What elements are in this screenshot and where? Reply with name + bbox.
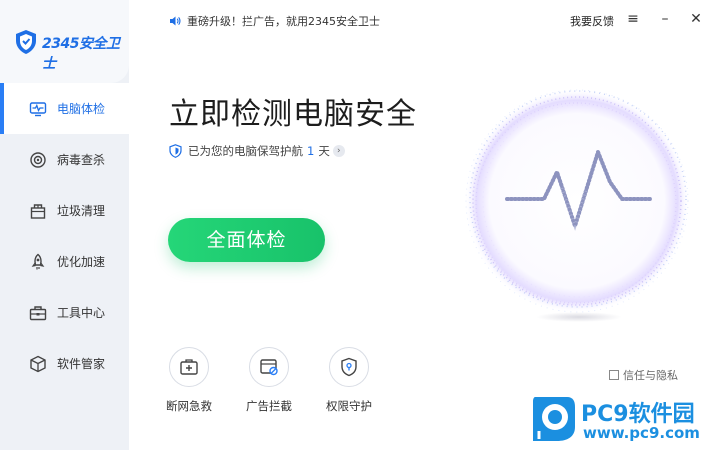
permission-shield-icon (341, 357, 357, 377)
shield-logo-icon (16, 30, 36, 54)
sidebar-item-label: 电脑体检 (57, 102, 106, 116)
sidebar-item-pc-checkup[interactable]: 电脑体检 (0, 83, 129, 134)
sidebar-item-tools[interactable]: 工具中心 (0, 287, 129, 338)
sidebar-item-label: 垃圾清理 (57, 204, 106, 218)
menu-icon[interactable]: ≡ (625, 11, 641, 27)
sidebar-item-label: 病毒查杀 (57, 153, 106, 167)
tool-ad-block[interactable]: 广告拦截 (234, 347, 304, 414)
sidebar-item-junk-clean[interactable]: 垃圾清理 (0, 185, 129, 236)
sidebar-item-software-manager[interactable]: 软件管家 (0, 338, 129, 389)
target-icon (30, 151, 46, 168)
watermark-logo-icon (533, 397, 575, 441)
app-logo: 2345安全卫士 (0, 0, 129, 83)
tool-network-rescue[interactable]: 断网急救 (154, 347, 224, 414)
sidebar: 2345安全卫士 电脑体检 病毒查杀 垃圾清理 优化加速 工具中心 软件管家 (0, 0, 129, 450)
announcement-banner[interactable]: 重磅升级！拦广告，就用2345安全卫士 (169, 13, 380, 29)
sidebar-nav: 电脑体检 病毒查杀 垃圾清理 优化加速 工具中心 软件管家 (0, 83, 129, 389)
protection-days: 1 (307, 144, 315, 158)
trust-privacy-link[interactable]: 信任与隐私 (609, 367, 678, 383)
tool-label: 权限守护 (326, 399, 372, 413)
sidebar-item-label: 优化加速 (57, 255, 106, 269)
watermark-url: www.pc9.com (583, 424, 700, 442)
tool-permission-guard[interactable]: 权限守护 (314, 347, 384, 414)
protection-text: 已为您的电脑保驾护航 (188, 144, 303, 158)
tool-icon-wrapper (329, 347, 369, 387)
app-window: 2345安全卫士 电脑体检 病毒查杀 垃圾清理 优化加速 工具中心 软件管家 重… (0, 0, 722, 450)
orb-shadow (536, 312, 622, 322)
tool-icon-wrapper (249, 347, 289, 387)
ad-block-icon (260, 359, 278, 376)
toolbox-icon (29, 305, 47, 320)
tool-label: 广告拦截 (246, 399, 292, 413)
shield-check-icon (169, 144, 182, 158)
tool-icon-wrapper (169, 347, 209, 387)
monitor-pulse-icon (29, 101, 47, 116)
title-bar: 重磅升级！拦广告，就用2345安全卫士 我要反馈 ≡ – ✕ (129, 0, 722, 42)
sidebar-item-virus-scan[interactable]: 病毒查杀 (0, 134, 129, 185)
close-icon[interactable]: ✕ (688, 11, 704, 27)
cube-icon (30, 355, 46, 372)
sidebar-item-label: 工具中心 (57, 306, 106, 320)
speaker-icon (170, 16, 181, 26)
sidebar-item-label: 软件管家 (57, 357, 106, 371)
protection-unit: 天 (318, 144, 330, 158)
minimize-icon[interactable]: – (657, 11, 673, 27)
watermark: PC9软件园 www.pc9.com (527, 393, 722, 450)
brand-name: 2345安全卫士 (42, 36, 120, 72)
tool-label: 断网急救 (166, 399, 212, 413)
feedback-link[interactable]: 我要反馈 (570, 13, 614, 29)
sidebar-item-optimize[interactable]: 优化加速 (0, 236, 129, 287)
protection-status[interactable]: 已为您的电脑保驾护航 1 天 › (169, 143, 345, 159)
announcement-text: 重磅升级！拦广告，就用2345安全卫士 (187, 15, 380, 28)
rocket-icon (31, 253, 45, 269)
network-rescue-icon (180, 359, 198, 375)
page-title: 立即检测电脑安全 (169, 97, 417, 132)
chevron-right-icon[interactable]: › (332, 145, 345, 157)
trash-box-icon (30, 203, 46, 219)
scan-orb-illustration (465, 89, 689, 313)
full-scan-button[interactable]: 全面体检 (168, 218, 325, 262)
privacy-icon (609, 370, 619, 380)
trust-text: 信任与隐私 (623, 369, 678, 382)
